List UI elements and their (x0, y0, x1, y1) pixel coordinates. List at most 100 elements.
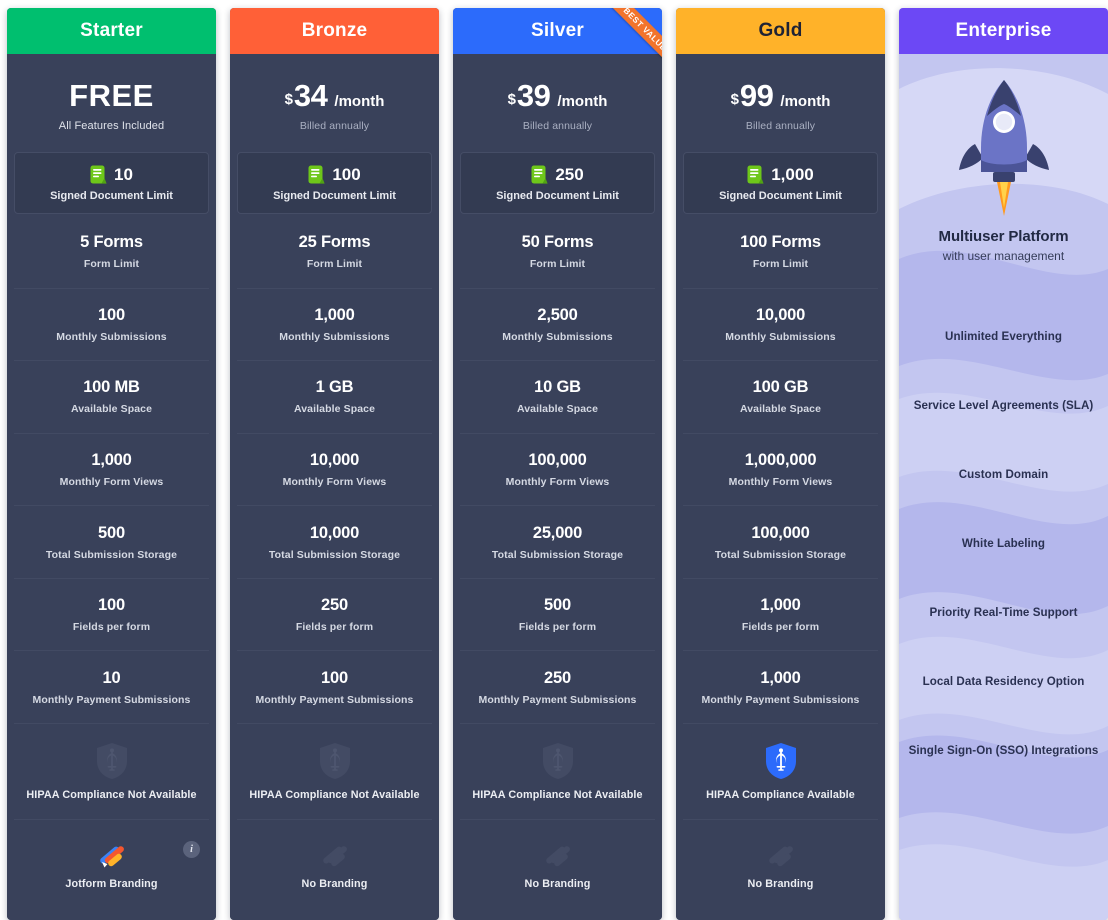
plan-column-starter[interactable]: Starter FREE All Features Included 10 Si… (7, 8, 216, 920)
branding-label: No Branding (747, 878, 814, 891)
feature-value: 10,000 (755, 305, 806, 324)
enterprise-feature-item: Service Level Agreements (SLA) (913, 399, 1094, 412)
plan-name: Starter (80, 20, 143, 41)
enterprise-hero-title: Multiuser Platform (938, 228, 1069, 245)
feature-row: 100 MB Available Space (14, 360, 209, 433)
feature-label: Total Submission Storage (268, 548, 401, 561)
pricing-table: Starter FREE All Features Included 10 Si… (0, 0, 1108, 920)
feature-label: Monthly Submissions (502, 330, 613, 343)
price-block: $ 99 /month Billed annually (683, 54, 878, 152)
feature-row: 10,000 Total Submission Storage (237, 505, 432, 578)
feature-value: 5 Forms (80, 233, 143, 252)
feature-value: 100 GB (752, 378, 809, 397)
feature-value: 10,000 (309, 451, 360, 470)
signed-document-value: 250 (555, 164, 584, 184)
feature-row: 50 Forms Form Limit (460, 216, 655, 288)
feature-value: 100,000 (751, 523, 810, 542)
signed-document-label: Signed Document Limit (496, 189, 619, 202)
plan-header: Starter (7, 8, 216, 54)
plan-column-gold[interactable]: Gold $ 99 /month Billed annually 1,000 S… (676, 8, 885, 920)
hipaa-shield-icon (764, 742, 798, 780)
feature-rows: 50 Forms Form Limit 2,500 Monthly Submissio… (460, 216, 655, 914)
feature-value: 25 Forms (298, 233, 371, 252)
branding-label: No Branding (524, 878, 591, 891)
feature-label: Total Submission Storage (45, 548, 178, 561)
enterprise-feature-item: White Labeling (961, 537, 1046, 550)
feature-row: 100,000 Monthly Form Views (460, 432, 655, 506)
feature-value: 100 (98, 305, 125, 324)
feature-row: 25 Forms Form Limit (237, 216, 432, 288)
feature-row: 1,000 Monthly Submissions (237, 287, 432, 361)
price-amount: 39 (516, 78, 551, 113)
feature-label: Monthly Payment Submissions (701, 693, 860, 706)
signed-document-value: 1,000 (771, 164, 814, 184)
feature-label: Monthly Form Views (59, 476, 164, 489)
feature-label: Monthly Payment Submissions (255, 693, 414, 706)
feature-label: Form Limit (529, 258, 586, 271)
feature-value: 100 (321, 668, 348, 687)
feature-row: 100,000 Total Submission Storage (683, 505, 878, 578)
jotform-logo-icon (543, 843, 573, 869)
feature-value: 2,500 (537, 305, 578, 324)
feature-value: 1,000 (760, 668, 801, 687)
feature-rows: 100 Forms Form Limit 10,000 Monthly Submiss… (683, 216, 878, 914)
feature-row: 10 GB Available Space (460, 360, 655, 433)
price-period: /month (557, 93, 608, 110)
feature-rows: 25 Forms Form Limit 1,000 Monthly Submissio… (237, 216, 432, 914)
signed-document-icon (308, 165, 325, 184)
plan-body: $ 99 /month Billed annually 1,000 Signed… (676, 54, 885, 920)
feature-value: 25,000 (532, 523, 583, 542)
signed-document-box: 250 Signed Document Limit (460, 152, 655, 214)
feature-row: 25,000 Total Submission Storage (460, 505, 655, 578)
price-period: /month (780, 93, 831, 110)
signed-document-label: Signed Document Limit (719, 189, 842, 202)
feature-row: 100 Monthly Submissions (14, 287, 209, 361)
signed-document-box: 10 Signed Document Limit (14, 152, 209, 214)
feature-row: 100 Monthly Payment Submissions (237, 650, 432, 723)
enterprise-feature-item: Local Data Residency Option (922, 675, 1085, 688)
branding-label: No Branding (301, 878, 368, 891)
enterprise-feature-item: Priority Real-Time Support (929, 606, 1078, 619)
price-amount: 99 (739, 78, 774, 113)
feature-label: Monthly Payment Submissions (478, 693, 637, 706)
feature-row: 500 Fields per form (460, 577, 655, 651)
feature-label: Monthly Submissions (279, 330, 390, 343)
enterprise-feature-item: Unlimited Everything (945, 330, 1062, 343)
hipaa-shield-icon (318, 742, 352, 780)
hipaa-label: HIPAA Compliance Available (706, 788, 855, 801)
branding-row: No Branding (460, 818, 655, 914)
feature-row: 500 Total Submission Storage (14, 505, 209, 578)
price-line: FREE (69, 78, 154, 114)
feature-label: Total Submission Storage (714, 548, 847, 561)
signed-document-label: Signed Document Limit (50, 189, 173, 202)
plan-column-enterprise[interactable]: Enterprise Multiuser Platform with user … (899, 8, 1108, 920)
price-line: $ 39 /month (508, 78, 608, 114)
feature-value: 250 (321, 596, 348, 615)
signed-document-value-row: 1,000 (747, 165, 814, 185)
price-amount: FREE (69, 78, 154, 113)
feature-row: 250 Fields per form (237, 577, 432, 651)
hipaa-label: HIPAA Compliance Not Available (249, 788, 420, 801)
signed-document-box: 100 Signed Document Limit (237, 152, 432, 214)
feature-value: 500 (98, 523, 125, 542)
hipaa-label: HIPAA Compliance Not Available (26, 788, 197, 801)
signed-document-icon (531, 165, 548, 184)
feature-label: Monthly Submissions (56, 330, 167, 343)
hipaa-label: HIPAA Compliance Not Available (472, 788, 643, 801)
feature-row: 10,000 Monthly Form Views (237, 432, 432, 506)
branding-info-button[interactable]: i (183, 840, 200, 858)
branding-row: No Branding (237, 818, 432, 914)
feature-row: 10 Monthly Payment Submissions (14, 650, 209, 723)
feature-value: 500 (544, 596, 571, 615)
plan-column-silver[interactable]: Silver BEST VALUE $ 39 /month Billed ann… (453, 8, 662, 920)
feature-row: 1 GB Available Space (237, 360, 432, 433)
feature-rows: 5 Forms Form Limit 100 Monthly Submissions 1… (14, 216, 209, 914)
feature-row: 100 Forms Form Limit (683, 216, 878, 288)
hipaa-shield-icon (95, 742, 129, 780)
price-currency: $ (730, 91, 739, 108)
plan-column-bronze[interactable]: Bronze $ 34 /month Billed annually 100 S… (230, 8, 439, 920)
feature-row: 250 Monthly Payment Submissions (460, 650, 655, 723)
price-line: $ 99 /month (731, 78, 831, 114)
price-subtext: All Features Included (58, 120, 165, 132)
hipaa-shield-icon (541, 742, 575, 780)
